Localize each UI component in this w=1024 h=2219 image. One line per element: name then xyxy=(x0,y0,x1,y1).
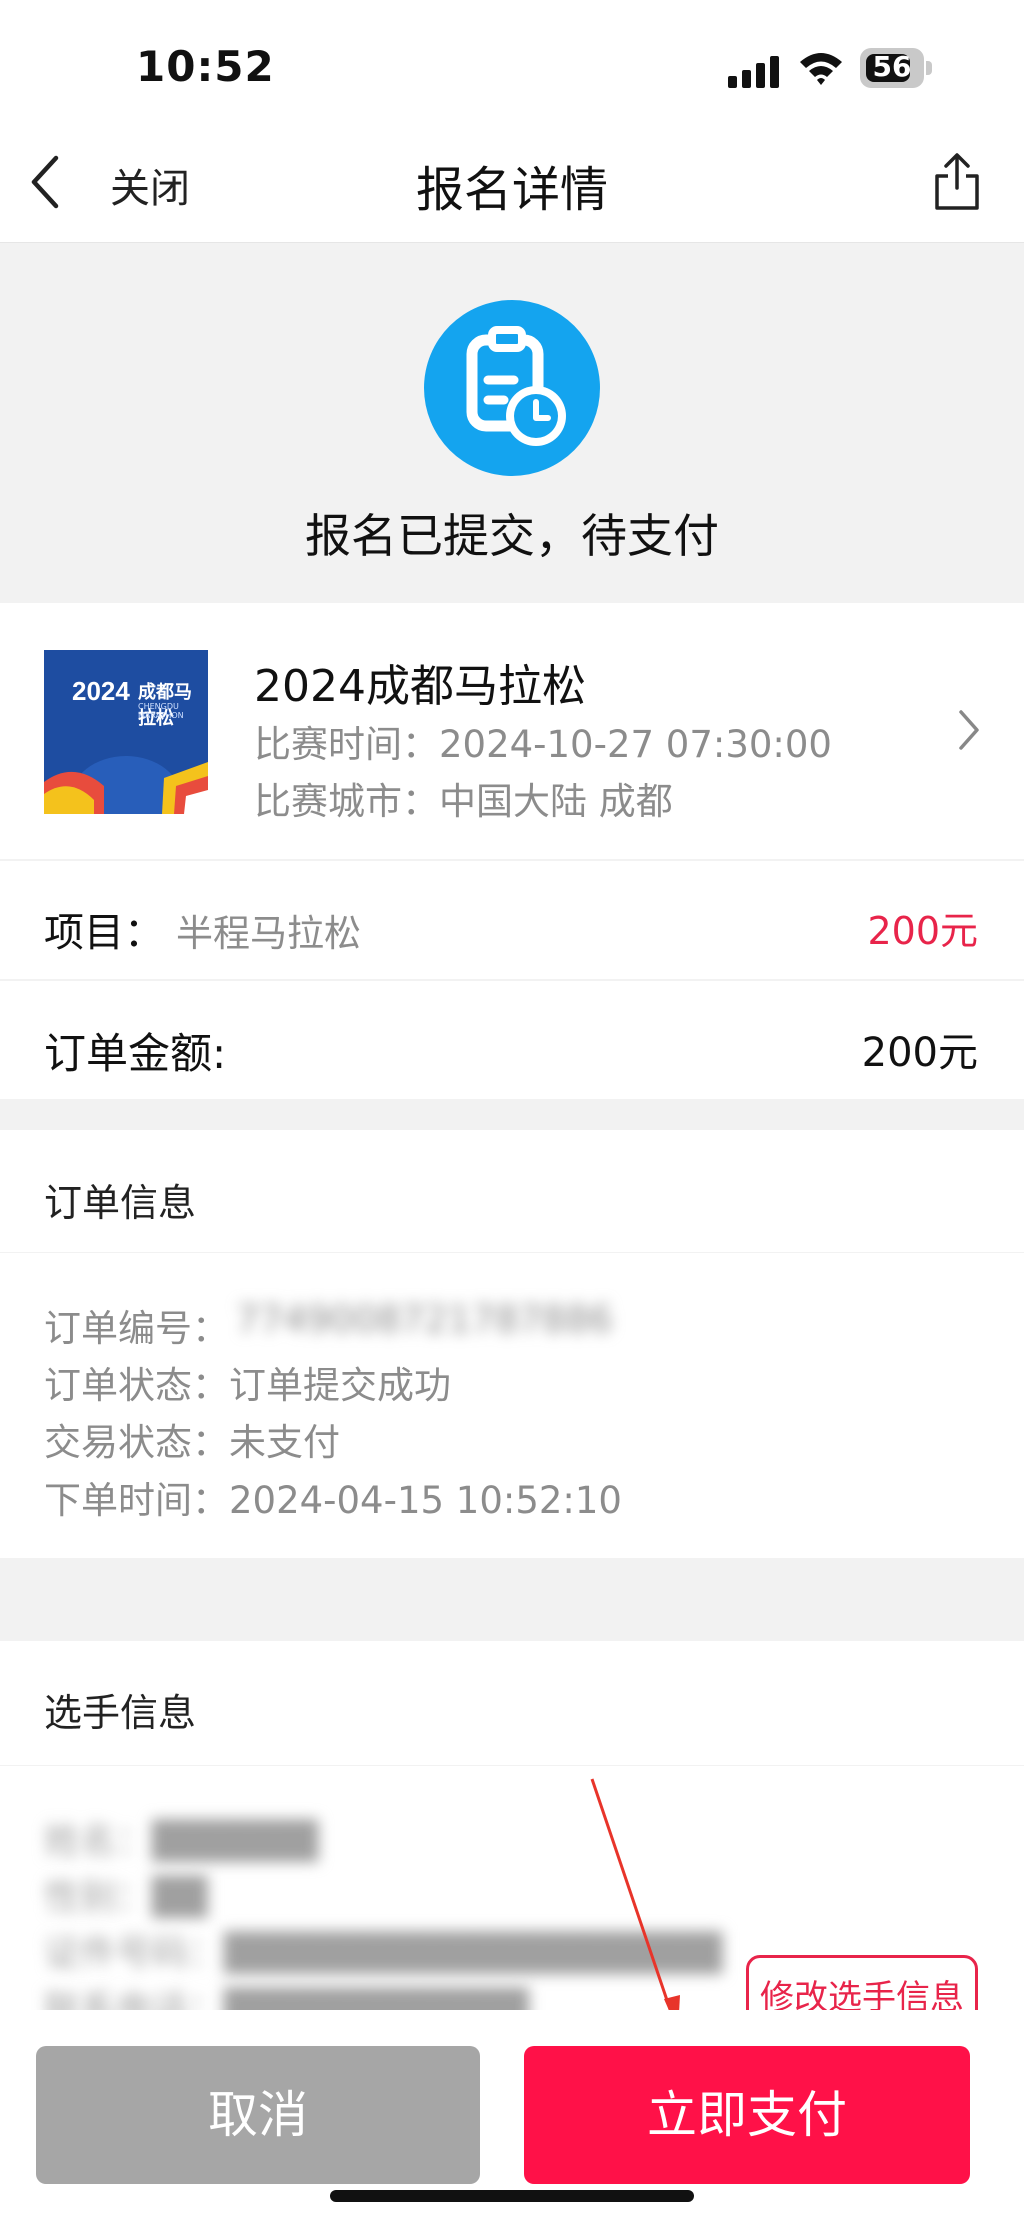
cancel-button[interactable]: 取消 xyxy=(36,2046,480,2184)
race-city: 比赛城市：中国大陆 成都 xyxy=(254,780,673,823)
race-thumbnail: 2024 成都马拉松 CHENGDU MARATHON xyxy=(44,650,208,814)
race-title: 2024成都马拉松 xyxy=(254,661,586,712)
order-info-title: 订单信息 xyxy=(44,1181,197,1225)
order-time-value: 2024-04-15 10:52:10 xyxy=(229,1479,622,1522)
player-name: 姓名：██████ xyxy=(44,1821,319,1862)
page-title: 报名详情 xyxy=(415,162,608,218)
trade-status-label: 交易状态： xyxy=(44,1421,229,1464)
thumbnail-subtitle: CHENGDU MARATHON xyxy=(138,702,184,720)
order-time-label: 下单时间： xyxy=(44,1479,229,1522)
order-status-label: 订单状态： xyxy=(44,1364,229,1407)
race-thumbnail-art xyxy=(44,650,208,814)
race-time: 比赛时间：2024-10-27 07:30:00 xyxy=(254,723,832,766)
thumbnail-year: 2024 xyxy=(72,676,130,706)
player-info-title: 选手信息 xyxy=(44,1691,197,1735)
project-label: 项目： xyxy=(44,910,164,956)
order-number-label: 订单编号： xyxy=(44,1307,229,1350)
pay-now-button[interactable]: 立即支付 xyxy=(524,2046,970,2184)
project-value: 半程马拉松 xyxy=(176,912,361,955)
order-amount-value: 200元 xyxy=(861,1030,978,1076)
battery-icon: 56 xyxy=(860,48,936,88)
wifi-icon xyxy=(800,53,842,85)
chevron-right-icon[interactable] xyxy=(958,708,980,752)
trade-status: 交易状态：未支付 xyxy=(44,1412,340,1466)
submission-status-text: 报名已提交，待支付 xyxy=(305,509,719,563)
order-number-value: 7749008721787886 xyxy=(236,1298,613,1341)
home-indicator xyxy=(330,2190,694,2202)
signal-icon xyxy=(728,56,779,88)
status-time: 10:52 xyxy=(136,42,275,91)
project-price: 200元 xyxy=(867,909,978,953)
order-status: 订单状态：订单提交成功 xyxy=(44,1355,451,1409)
share-icon[interactable] xyxy=(932,152,982,212)
clipboard-clock-icon xyxy=(424,300,600,476)
player-gender: 性别：██ xyxy=(44,1877,208,1918)
order-status-value: 订单提交成功 xyxy=(229,1364,451,1407)
order-amount-label: 订单金额: xyxy=(44,1029,227,1078)
battery-level-text: 56 xyxy=(872,50,912,83)
annotation-arrow xyxy=(590,1778,680,2031)
order-time: 下单时间：2024-04-15 10:52:10 xyxy=(44,1470,622,1524)
trade-status-value: 未支付 xyxy=(229,1421,340,1464)
